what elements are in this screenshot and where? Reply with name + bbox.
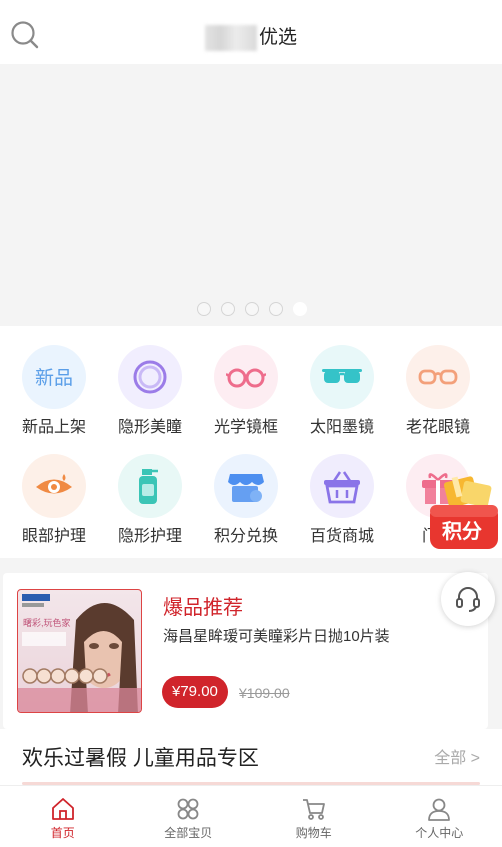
product-name[interactable]: 海昌星眸瑷可美瞳彩片日抛10片装 bbox=[163, 625, 390, 646]
page-title-text: 优选 bbox=[258, 27, 297, 48]
category-lens-solution[interactable]: 隐形护理 bbox=[102, 454, 198, 546]
page-title: 优选 bbox=[0, 22, 502, 51]
product-original-price: ¥109.00 bbox=[239, 685, 290, 701]
tab-label: 全部宝贝 bbox=[164, 826, 213, 840]
shopping-basket-icon bbox=[310, 454, 374, 518]
glasses-frame-icon bbox=[214, 345, 278, 409]
carousel-dot[interactable] bbox=[269, 302, 283, 316]
category-label: 太阳墨镜 bbox=[309, 419, 374, 436]
category-points-shop[interactable]: 积分兑换 bbox=[198, 454, 294, 546]
tab-label: 个人中心 bbox=[415, 826, 464, 840]
category-sunglasses[interactable]: 太阳墨镜 bbox=[294, 345, 390, 437]
section-more-link[interactable]: 全部 > bbox=[434, 744, 480, 768]
headset-icon bbox=[456, 587, 480, 612]
tab-label: 购物车 bbox=[295, 826, 332, 840]
category-eye-care[interactable]: 眼部护理 bbox=[6, 454, 102, 546]
reading-glasses-icon bbox=[406, 345, 470, 409]
store-name-redacted bbox=[204, 24, 257, 51]
grid-icon bbox=[126, 796, 252, 822]
category-shopping-basket[interactable]: 百货商城 bbox=[294, 454, 390, 546]
category-label: 百货商城 bbox=[309, 528, 374, 545]
customer-service-button[interactable] bbox=[441, 572, 495, 626]
tab-home[interactable]: 首页 bbox=[0, 786, 126, 847]
tab-user[interactable]: 个人中心 bbox=[377, 786, 502, 847]
product-price: ¥79.00 bbox=[162, 676, 228, 708]
category-contact-lens[interactable]: 隐形美瞳 bbox=[102, 345, 198, 437]
hot-recommend-label: 爆品推荐 bbox=[163, 597, 243, 619]
tab-label: 首页 bbox=[50, 826, 75, 840]
product-image-caption: 曙彩,玩色家 bbox=[23, 618, 71, 628]
category-glasses-frame[interactable]: 光学镜框 bbox=[198, 345, 294, 437]
eye-care-icon bbox=[22, 454, 86, 518]
category-grid: 新品新品上架隐形美瞳光学镜框太阳墨镜老花眼镜眼部护理隐形护理积分兑换百货商城门店 bbox=[0, 326, 502, 558]
contact-lens-icon bbox=[118, 345, 182, 409]
category-label: 隐形美瞳 bbox=[117, 419, 182, 436]
category-label: 隐形护理 bbox=[117, 528, 182, 545]
carousel-dot[interactable] bbox=[221, 302, 235, 316]
section-title: 欢乐过暑假 儿童用品专区 bbox=[22, 747, 259, 770]
home-icon bbox=[0, 796, 126, 822]
tab-grid[interactable]: 全部宝贝 bbox=[126, 786, 252, 847]
category-label: 积分兑换 bbox=[213, 528, 278, 545]
new-product-icon: 新品 bbox=[22, 345, 86, 409]
top-header: 优选 bbox=[0, 0, 502, 64]
user-icon bbox=[377, 796, 502, 822]
points-float-button[interactable]: 积分 bbox=[428, 475, 500, 551]
carousel-dot[interactable] bbox=[245, 302, 259, 316]
bottom-tab-bar: 首页 全部宝贝 购物车 个人中心 bbox=[0, 785, 502, 847]
banner-carousel[interactable] bbox=[0, 64, 502, 326]
product-image[interactable]: 曙彩,玩色家 bbox=[17, 589, 142, 713]
category-reading-glasses[interactable]: 老花眼镜 bbox=[390, 345, 486, 437]
hot-product-card[interactable]: 曙彩,玩色家 爆品推荐 海昌星眸瑷可美瞳彩片日抛10片装 ¥79.00 ¥109… bbox=[3, 573, 488, 729]
carousel-dots bbox=[197, 302, 307, 316]
category-label: 新品上架 bbox=[21, 419, 86, 436]
promo-section-header: 欢乐过暑假 儿童用品专区 全部 > bbox=[0, 729, 502, 785]
points-label: 积分 bbox=[442, 521, 482, 543]
category-new-product[interactable]: 新品 新品上架 bbox=[6, 345, 102, 437]
category-label: 光学镜框 bbox=[213, 419, 278, 436]
svg-text:新品: 新品 bbox=[35, 367, 73, 389]
category-label: 老花眼镜 bbox=[405, 419, 470, 436]
carousel-dot[interactable] bbox=[293, 302, 307, 316]
sunglasses-icon bbox=[310, 345, 374, 409]
lens-solution-icon bbox=[118, 454, 182, 518]
category-label: 眼部护理 bbox=[21, 528, 86, 545]
product-photo bbox=[18, 594, 141, 712]
cart-icon bbox=[251, 796, 377, 822]
tab-cart[interactable]: 购物车 bbox=[251, 786, 377, 847]
carousel-dot[interactable] bbox=[197, 302, 211, 316]
points-shop-icon bbox=[214, 454, 278, 518]
